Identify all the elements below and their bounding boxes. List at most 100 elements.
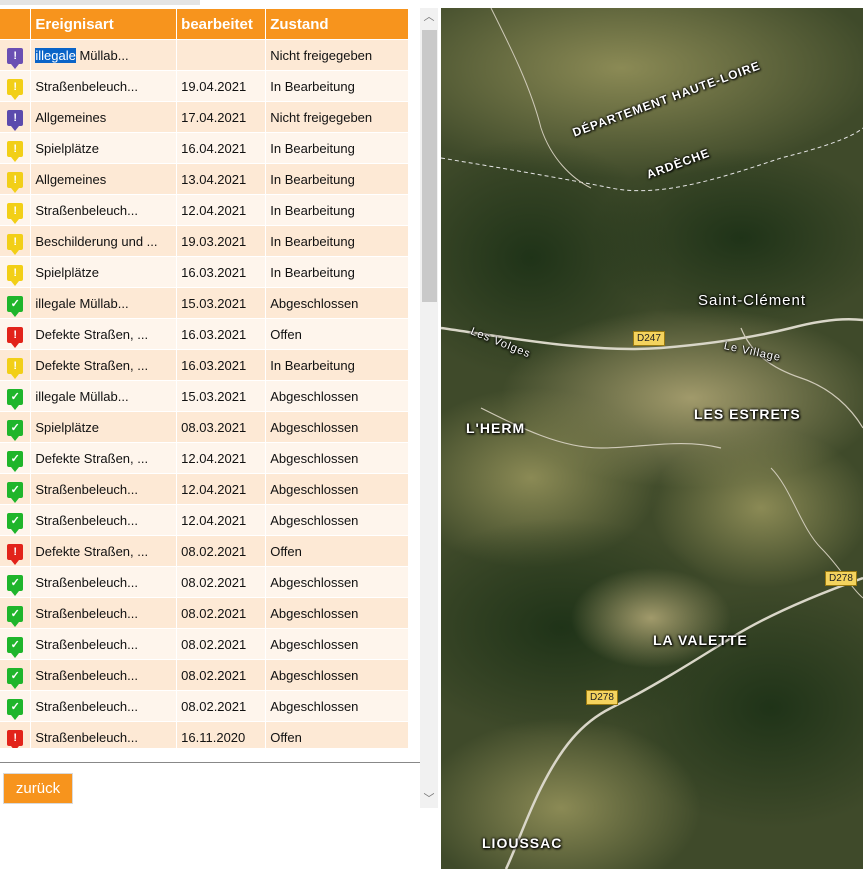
row-zustand: Abgeschlossen (266, 412, 408, 442)
table-row[interactable]: ✓ Defekte Straßen, ... 12.04.2021 Abgeschlo… (0, 443, 408, 473)
row-ereignisart: Spielplätze (31, 133, 177, 163)
table-row[interactable]: ! Defekte Straßen, ... 16.03.2021 In Bearbe… (0, 350, 408, 380)
row-status-icon-cell: ! (0, 257, 31, 287)
header-ereignisart[interactable]: Ereignisart (31, 9, 177, 39)
row-ereignisart-text: Straßenbeleuch... (35, 667, 138, 683)
table-row[interactable]: ! Straßenbeleuch... 16.11.2020 Offen (0, 722, 408, 748)
row-status-icon-cell: ✓ (0, 660, 31, 690)
table-row[interactable]: ! Beschilderung und ... 19.03.2021 In Bearb… (0, 226, 408, 256)
scroll-up-icon[interactable]: ︿ (420, 8, 438, 26)
row-ereignisart: Straßenbeleuch... (31, 722, 177, 748)
row-ereignisart: Defekte Straßen, ... (31, 350, 177, 380)
row-bearbeitet: 12.04.2021 (177, 443, 266, 473)
table-row[interactable]: ✓ illegale Müllab... 15.03.2021 Abgeschloss… (0, 288, 408, 318)
table-header-row: Ereignisart bearbeitet Zustand (0, 9, 408, 39)
row-bearbeitet: 16.11.2020 (177, 722, 266, 748)
row-status-icon-cell: ✓ (0, 505, 31, 535)
row-zustand: Abgeschlossen (266, 660, 408, 690)
row-zustand: In Bearbeitung (266, 164, 408, 194)
row-ereignisart-text: Spielplätze (35, 140, 99, 156)
row-bearbeitet: 08.02.2021 (177, 660, 266, 690)
row-zustand: In Bearbeitung (266, 195, 408, 225)
row-ereignisart: Defekte Straßen, ... (31, 319, 177, 349)
row-status-icon-cell: ✓ (0, 474, 31, 504)
row-ereignisart: Straßenbeleuch... (31, 505, 177, 535)
row-bearbeitet: 13.04.2021 (177, 164, 266, 194)
yellow-pin-icon: ! (7, 358, 24, 379)
yellow-pin-icon: ! (7, 265, 24, 286)
scrollbar-thumb[interactable] (422, 30, 437, 302)
row-zustand: Abgeschlossen (266, 505, 408, 535)
row-zustand: Offen (266, 319, 408, 349)
green-pin-icon: ✓ (7, 296, 24, 317)
row-bearbeitet: 16.03.2021 (177, 350, 266, 380)
table-row[interactable]: ✓ Straßenbeleuch... 12.04.2021 Abgeschlosse… (0, 505, 408, 535)
table-row[interactable]: ✓ Straßenbeleuch... 08.02.2021 Abgeschlosse… (0, 691, 408, 721)
table-row[interactable]: ✓ Straßenbeleuch... 08.02.2021 Abgeschlosse… (0, 629, 408, 659)
header-bearbeitet[interactable]: bearbeitet (177, 9, 266, 39)
table-row[interactable]: ! Straßenbeleuch... 19.04.2021 In Bearbeitu… (0, 71, 408, 101)
row-ereignisart-text: Straßenbeleuch... (35, 481, 138, 497)
back-button[interactable]: zurück (3, 773, 73, 804)
scroll-down-icon[interactable]: ﹀ (420, 790, 438, 808)
row-ereignisart: Straßenbeleuch... (31, 71, 177, 101)
row-status-icon-cell: ✓ (0, 443, 31, 473)
table-row[interactable]: ! Allgemeines 17.04.2021 Nicht freigegeben (0, 102, 408, 132)
table-row[interactable]: ! Defekte Straßen, ... 08.02.2021 Offen (0, 536, 408, 566)
green-pin-icon: ✓ (7, 637, 24, 658)
row-zustand: Offen (266, 722, 408, 748)
row-ereignisart-text: Defekte Straßen, ... (35, 326, 149, 342)
table-row[interactable]: ! Spielplätze 16.03.2021 In Bearbeitung (0, 257, 408, 287)
row-ereignisart: Straßenbeleuch... (31, 629, 177, 659)
table-row[interactable]: ✓ Spielplätze 08.03.2021 Abgeschlossen (0, 412, 408, 442)
table-row[interactable]: ✓ illegale Müllab... 15.03.2021 Abgeschloss… (0, 381, 408, 411)
row-status-icon-cell: ! (0, 319, 31, 349)
green-pin-icon: ✓ (7, 482, 24, 503)
road-d278-south: D278 (586, 690, 618, 705)
table-row[interactable]: ✓ Straßenbeleuch... 12.04.2021 Abgeschlosse… (0, 474, 408, 504)
row-ereignisart-text: Defekte Straßen, ... (35, 357, 149, 373)
row-status-icon-cell: ✓ (0, 598, 31, 628)
yellow-pin-icon: ! (7, 234, 24, 255)
row-zustand: Offen (266, 536, 408, 566)
table-row[interactable]: ! Allgemeines 13.04.2021 In Bearbeitung (0, 164, 408, 194)
table-row[interactable]: ! Straßenbeleuch... 12.04.2021 In Bearbeitu… (0, 195, 408, 225)
red-pin-icon: ! (7, 730, 24, 748)
row-status-icon-cell: ! (0, 195, 31, 225)
row-bearbeitet: 12.04.2021 (177, 505, 266, 535)
row-zustand: Abgeschlossen (266, 381, 408, 411)
table-row[interactable]: ✓ Straßenbeleuch... 08.02.2021 Abgeschlosse… (0, 660, 408, 690)
label-saint-clement: Saint-Clément (698, 292, 807, 309)
row-zustand: Abgeschlossen (266, 288, 408, 318)
map-terrain (441, 8, 863, 869)
row-bearbeitet: 19.04.2021 (177, 71, 266, 101)
yellow-pin-icon: ! (7, 79, 24, 100)
header-zustand[interactable]: Zustand (266, 9, 408, 39)
green-pin-icon: ✓ (7, 606, 24, 627)
green-pin-icon: ✓ (7, 513, 24, 534)
row-zustand: Abgeschlossen (266, 443, 408, 473)
row-zustand: Abgeschlossen (266, 629, 408, 659)
row-bearbeitet: 15.03.2021 (177, 288, 266, 318)
table-scrollbar[interactable]: ︿ ﹀ (420, 8, 438, 808)
row-ereignisart-text: Straßenbeleuch... (35, 512, 138, 528)
header-icon (0, 9, 31, 39)
row-ereignisart-text: Defekte Straßen, ... (35, 450, 149, 466)
table-row[interactable]: ! Defekte Straßen, ... 16.03.2021 Offen (0, 319, 408, 349)
events-table: Ereignisart bearbeitet Zustand ! illegale… (0, 8, 408, 748)
row-zustand: In Bearbeitung (266, 226, 408, 256)
row-bearbeitet: 08.02.2021 (177, 629, 266, 659)
row-ereignisart-text: illegale Müllab... (35, 388, 129, 404)
satellite-map[interactable]: DÉPARTEMENT HAUTE-LOIRE ARDÈCHE Saint-Cl… (441, 8, 863, 869)
top-scroll-strip (0, 0, 200, 5)
row-ereignisart: Beschilderung und ... (31, 226, 177, 256)
table-row[interactable]: ! Spielplätze 16.04.2021 In Bearbeitung (0, 133, 408, 163)
table-row[interactable]: ! illegale Müllab... Nicht freigegeben (0, 40, 408, 70)
row-zustand: In Bearbeitung (266, 71, 408, 101)
table-row[interactable]: ✓ Straßenbeleuch... 08.02.2021 Abgeschlosse… (0, 598, 408, 628)
row-ereignisart: Defekte Straßen, ... (31, 536, 177, 566)
table-row[interactable]: ✓ Straßenbeleuch... 08.02.2021 Abgeschlosse… (0, 567, 408, 597)
road-d247: D247 (633, 331, 665, 346)
row-bearbeitet: 16.04.2021 (177, 133, 266, 163)
row-ereignisart-text: Straßenbeleuch... (35, 636, 138, 652)
